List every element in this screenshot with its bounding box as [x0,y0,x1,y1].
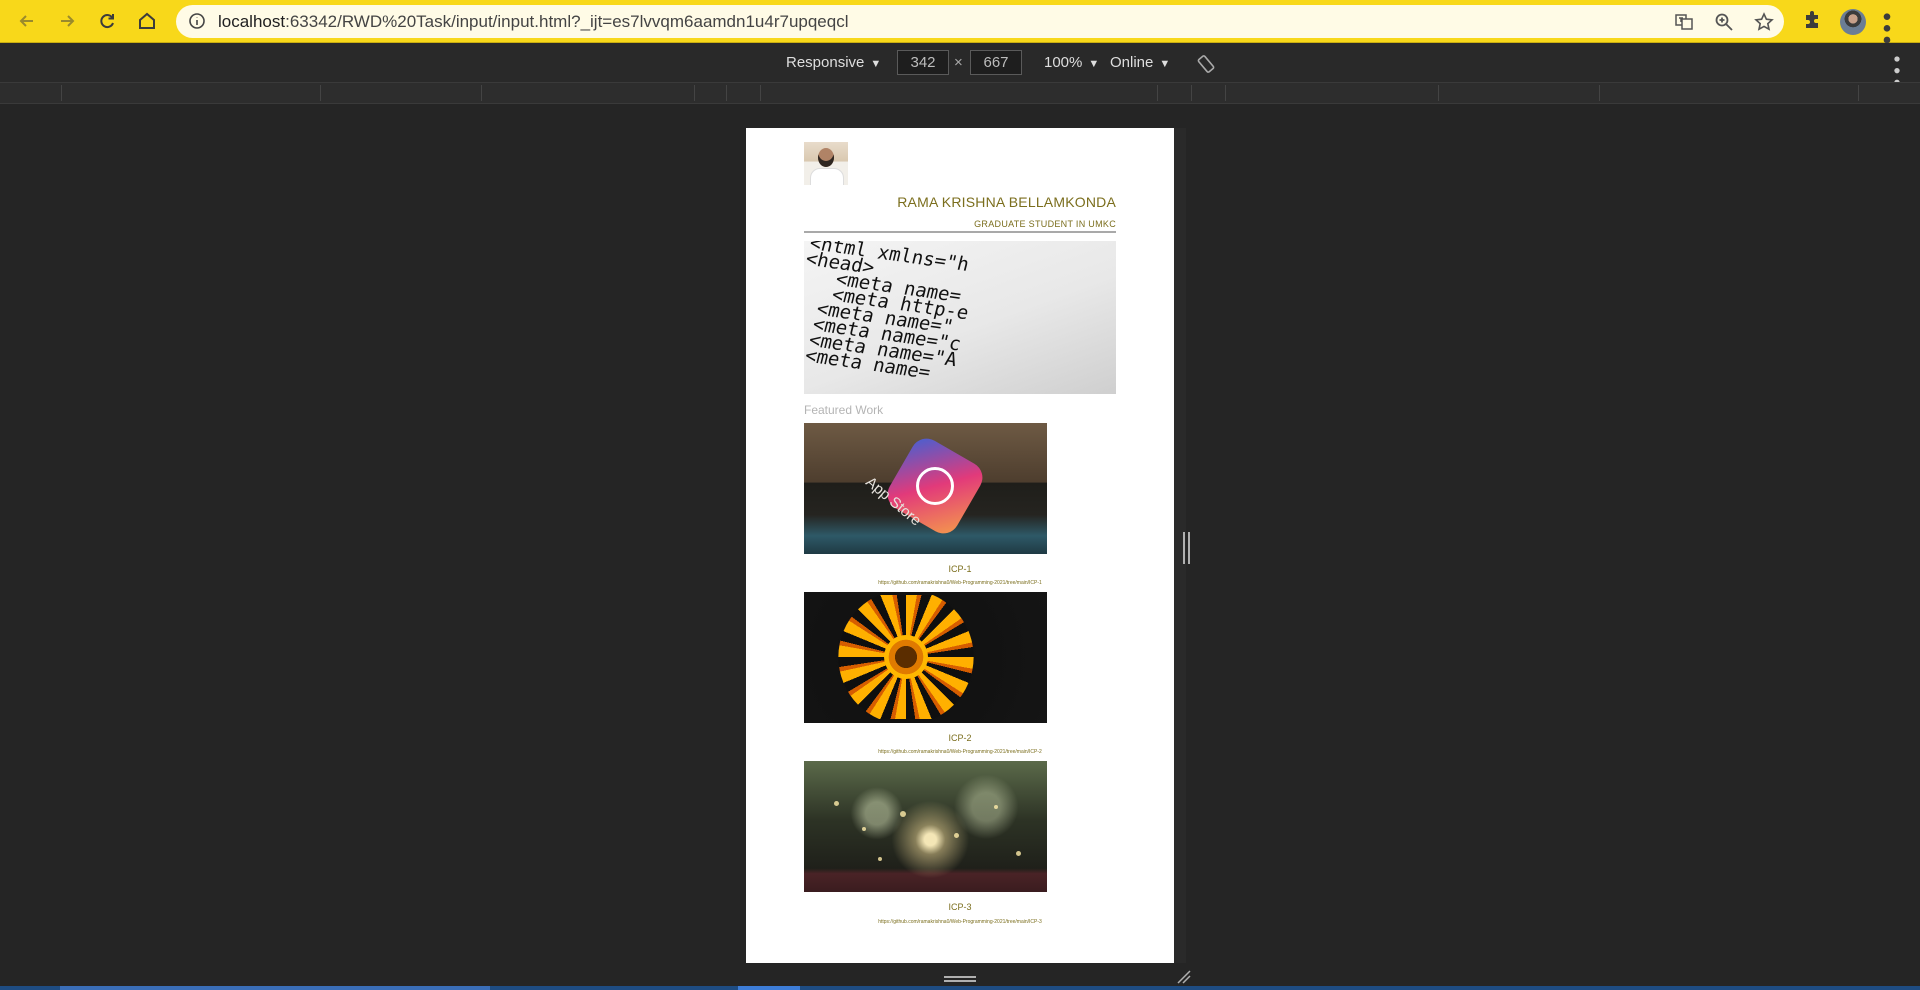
dimension-separator: × [954,54,963,71]
translate-icon[interactable] [1674,12,1694,32]
chevron-down-icon: ▼ [1088,58,1100,70]
work-link-icp-3[interactable]: https://github.com/ramakrishna0/Web-Prog… [746,919,1174,925]
chevron-down-icon: ▼ [870,58,882,70]
url-text: localhost:63342/RWD%20Task/input/input.h… [218,12,849,31]
address-bar[interactable]: localhost:63342/RWD%20Task/input/input.h… [176,5,1784,38]
extensions-puzzle-icon[interactable] [1802,10,1824,32]
ruler-segment[interactable] [1439,85,1600,101]
hero-code-text: <html xmlns="h <head> <meta name= <meta … [804,241,972,384]
ruler-segment[interactable] [0,85,62,101]
work-title-icp-1: ICP-1 [948,564,972,574]
bookmark-star-icon[interactable] [1754,12,1774,32]
emulated-viewport: RAMA KRISHNA BELLAMKONDA GRADUATE STUDEN… [746,128,1174,963]
zoom-select[interactable]: 100% ▼ [1044,54,1099,71]
rotate-icon[interactable] [1196,54,1216,74]
ruler-segment[interactable] [482,85,695,101]
zoom-icon[interactable] [1714,12,1734,32]
ruler-segment[interactable] [1158,85,1192,101]
ruler-segment[interactable] [695,85,727,101]
forward-arrow-icon[interactable] [53,7,81,35]
work-image-icp-1: App Store [804,423,1047,554]
ruler-segment[interactable] [761,85,1158,101]
work-link-icp-1[interactable]: https://github.com/ramakrishna0/Web-Prog… [746,580,1174,586]
bottom-panel-edge [0,986,1920,990]
featured-work-heading: Featured Work [804,403,884,417]
hero-code-image: <html xmlns="h <head> <meta name= <meta … [804,241,1116,394]
browser-toolbar: localhost:63342/RWD%20Task/input/input.h… [0,0,1920,44]
home-icon[interactable] [133,7,161,35]
device-menu-icon[interactable] [1892,54,1902,85]
profile-photo [804,142,848,185]
ruler-segment[interactable] [62,85,321,101]
work-title-icp-3: ICP-3 [948,902,972,912]
device-select[interactable]: Responsive ▼ [786,54,881,71]
page-title: RAMA KRISHNA BELLAMKONDA [897,194,1116,210]
network-throttle-select[interactable]: Online ▼ [1110,54,1170,71]
back-arrow-icon[interactable] [13,7,41,35]
ruler-segment[interactable] [1226,85,1439,101]
resize-handle-bottom[interactable] [944,976,976,982]
ruler-segment[interactable] [1600,85,1859,101]
device-toolbar: Responsive ▼ 342 × 667 100% ▼ Online ▼ [0,43,1920,85]
work-title-icp-2: ICP-2 [948,733,972,743]
profile-avatar[interactable] [1840,9,1866,35]
work-image-icp-2 [804,592,1047,723]
media-query-ruler[interactable] [0,82,1920,104]
work-link-icp-2[interactable]: https://github.com/ramakrishna0/Web-Prog… [746,749,1174,755]
divider [804,231,1116,233]
width-input[interactable]: 342 [897,50,949,75]
height-input[interactable]: 667 [970,50,1022,75]
page-subtitle: GRADUATE STUDENT IN UMKC [974,219,1116,229]
ruler-segment[interactable] [727,85,761,101]
resize-corner-icon[interactable] [1177,970,1191,984]
site-info-icon[interactable] [188,12,206,30]
work-image-icp-3 [804,761,1047,892]
chevron-down-icon: ▼ [1159,58,1171,70]
resize-handle-right[interactable] [1183,532,1190,564]
ruler-segment[interactable] [321,85,482,101]
ruler-segment[interactable] [1192,85,1226,101]
browser-menu-icon[interactable] [1882,10,1892,44]
reload-icon[interactable] [93,7,121,35]
